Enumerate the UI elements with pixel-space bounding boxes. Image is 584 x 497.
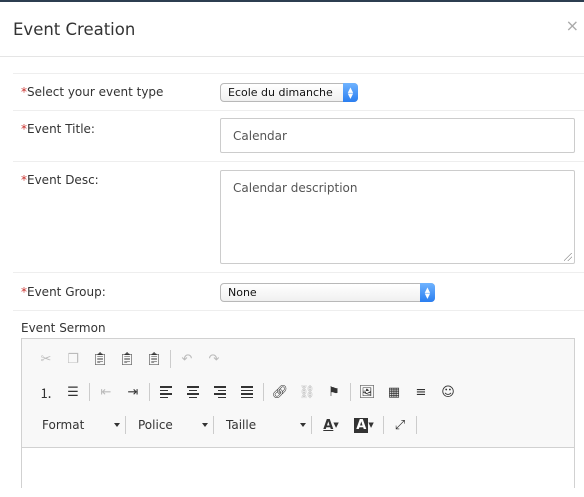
modal-header: Event Creation × — [0, 2, 584, 57]
align-left-icon[interactable] — [154, 381, 178, 403]
table-icon[interactable]: ▦ — [382, 381, 406, 403]
align-right-icon[interactable] — [208, 381, 232, 403]
toolbar-separator — [350, 383, 351, 401]
unlink-icon[interactable]: ⛓ — [295, 381, 319, 403]
event-type-value: Ecole du dimanche — [228, 86, 333, 99]
justify-icon[interactable] — [235, 381, 259, 403]
divider — [13, 310, 584, 311]
chevron-down-icon — [114, 423, 120, 427]
event-type-select[interactable]: Ecole du dimanche ▲ ▼ — [220, 83, 358, 102]
background-color-icon[interactable]: A ▼ — [349, 414, 379, 436]
size-combo[interactable]: Taille — [218, 414, 310, 436]
undo-icon[interactable]: ↶ — [175, 348, 199, 370]
toolbar-separator — [383, 416, 384, 434]
select-updown-icon: ▲ ▼ — [420, 283, 435, 302]
toolbar-separator — [89, 383, 90, 401]
toolbar-separator — [263, 383, 264, 401]
anchor-icon[interactable]: ⚑ — [322, 381, 346, 403]
align-center-icon[interactable] — [181, 381, 205, 403]
editor-toolbar-row: ⒈ ☰ ⇤ ⇥ 🔗︎ ⛓ ⚑ 🖼︎ ▦ ≡ ☺ — [34, 380, 463, 404]
divider — [13, 73, 584, 74]
toolbar-separator — [125, 416, 126, 434]
toolbar-separator — [213, 416, 214, 434]
paste-icon[interactable]: 📋︎ — [88, 348, 112, 370]
link-icon[interactable]: 🔗︎ — [268, 381, 292, 403]
select-updown-icon: ▲ ▼ — [343, 83, 358, 102]
close-button[interactable]: × — [566, 16, 579, 35]
event-title-input[interactable]: Calendar — [220, 118, 575, 153]
font-combo[interactable]: Police — [130, 414, 212, 436]
chevron-down-icon — [300, 423, 306, 427]
indent-icon[interactable]: ⇥ — [121, 381, 145, 403]
redo-icon[interactable]: ↷ — [202, 348, 226, 370]
text-color-icon[interactable]: A ▼ — [316, 414, 346, 436]
toolbar-separator — [311, 416, 312, 434]
copy-icon[interactable]: ❐ — [61, 348, 85, 370]
modal-title: Event Creation — [13, 20, 136, 39]
cut-icon[interactable]: ✂ — [34, 348, 58, 370]
event-desc-label: *Event Desc: — [21, 173, 99, 187]
paste-word-icon[interactable]: 📋︎ — [142, 348, 166, 370]
event-sermon-label: Event Sermon — [21, 321, 106, 335]
image-icon[interactable]: 🖼︎ — [355, 381, 379, 403]
editor-content-area[interactable] — [22, 447, 574, 497]
event-type-label: *Select your event type — [21, 85, 164, 99]
chevron-down-icon — [202, 423, 208, 427]
toolbar-separator — [149, 383, 150, 401]
smiley-icon[interactable]: ☺ — [436, 381, 460, 403]
event-group-value: None — [228, 286, 257, 299]
event-desc-textarea[interactable]: Calendar description — [220, 170, 575, 264]
paste-text-icon[interactable]: 📋︎ — [115, 348, 139, 370]
numbered-list-icon[interactable]: ⒈ — [34, 381, 58, 403]
bulleted-list-icon[interactable]: ☰ — [61, 381, 85, 403]
divider — [13, 272, 584, 273]
outdent-icon[interactable]: ⇤ — [94, 381, 118, 403]
horizontal-line-icon[interactable]: ≡ — [409, 381, 433, 403]
toolbar-separator — [170, 350, 171, 368]
event-group-select[interactable]: None ▲ ▼ — [220, 283, 435, 302]
divider — [13, 110, 584, 111]
divider — [13, 161, 584, 162]
maximize-icon[interactable]: ⤢ — [388, 414, 412, 436]
toolbar-separator — [416, 416, 417, 434]
editor-toolbar-row: Format Police Taille A ▼ A ▼ ⤢ — [34, 413, 421, 437]
resize-grip-icon[interactable] — [564, 253, 572, 261]
event-title-label: *Event Title: — [21, 122, 95, 136]
event-group-label: *Event Group: — [21, 285, 106, 299]
editor-toolbar-row: ✂ ❐ 📋︎ 📋︎ 📋︎ ↶ ↷ — [34, 347, 229, 371]
rich-text-editor: ✂ ❐ 📋︎ 📋︎ 📋︎ ↶ ↷ ⒈ ☰ ⇤ ⇥ 🔗︎ ⛓ ⚑ 🖼︎ ▦ ≡ ☺… — [21, 338, 575, 497]
format-combo[interactable]: Format — [34, 414, 124, 436]
